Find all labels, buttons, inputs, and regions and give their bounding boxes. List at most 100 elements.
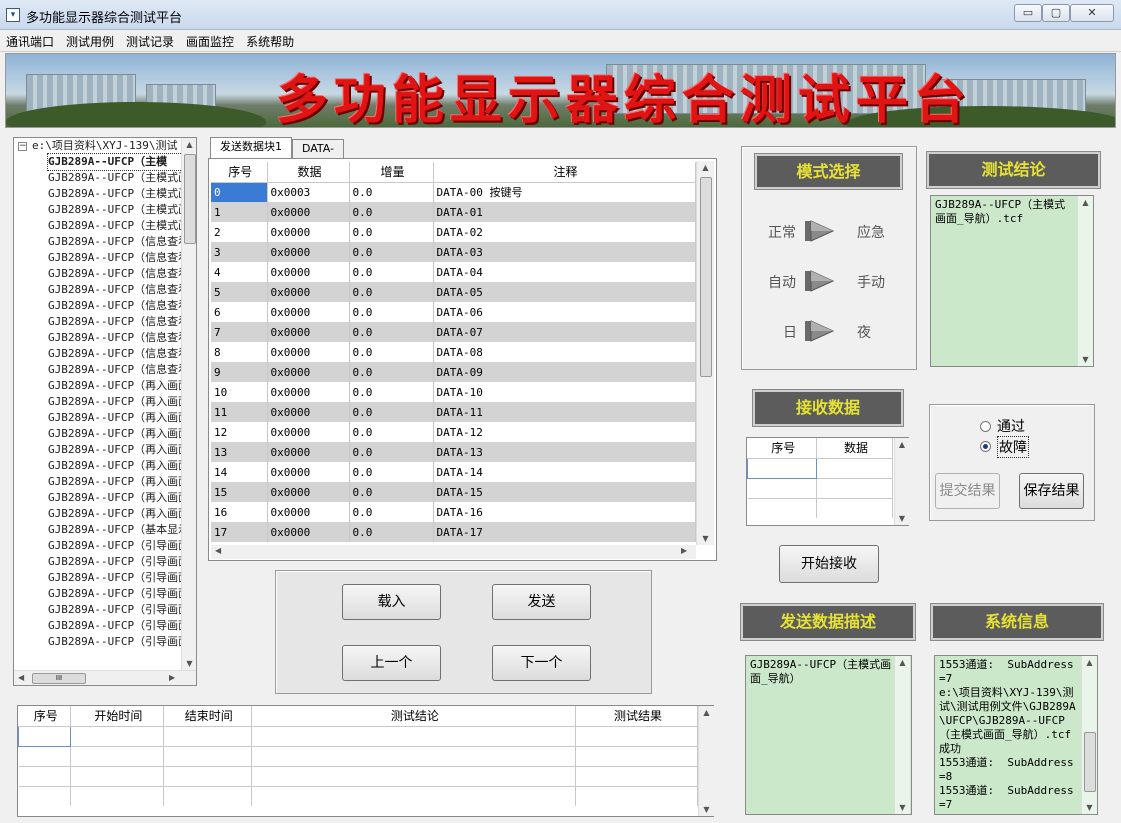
tree-item[interactable]: GJB289A--UFCP（引导画面 [48, 634, 182, 650]
table-cell[interactable]: DATA-08 [433, 342, 696, 362]
tree-hscroll[interactable]: ◀ III ▶ [14, 670, 196, 685]
tree-item[interactable]: GJB289A--UFCP（主模式画 [48, 218, 182, 234]
table-row[interactable] [18, 766, 698, 786]
scroll-left-icon[interactable]: ◀ [18, 673, 24, 682]
table-cell[interactable] [18, 786, 71, 806]
table-cell[interactable] [251, 766, 577, 786]
minimize-button[interactable]: ▭ [1014, 4, 1042, 22]
scroll-up-icon[interactable]: ▲ [699, 708, 714, 717]
table-cell[interactable]: 13 [211, 442, 268, 462]
scroll-thumb[interactable] [1084, 732, 1096, 792]
app-icon[interactable]: ▾ [6, 8, 20, 22]
table-cell[interactable] [163, 726, 252, 746]
tree-item[interactable]: GJB289A--UFCP（主模式画 [48, 186, 182, 202]
table-cell[interactable]: 0.0 [349, 462, 434, 482]
table-cell[interactable] [251, 746, 577, 766]
scroll-up-icon[interactable]: ▲ [895, 658, 910, 667]
table-cell[interactable]: 0.0 [349, 182, 434, 202]
submit-result-button[interactable]: 提交结果 [935, 473, 1000, 509]
table-cell[interactable]: 0x0000 [267, 302, 350, 322]
grid-hscroll[interactable]: ◀ ▶ [211, 545, 696, 559]
table-cell[interactable]: 0 [211, 182, 268, 202]
grid-vscroll[interactable]: ▲ ▼ [696, 161, 714, 545]
conclusion-text[interactable]: GJB289A--UFCP（主模式画面_导航）.tcf [930, 195, 1094, 367]
table-cell[interactable]: 0x0000 [267, 382, 350, 402]
table-cell[interactable] [163, 746, 252, 766]
start-receive-button[interactable]: 开始接收 [779, 545, 879, 583]
table-cell[interactable] [747, 478, 817, 498]
table-cell[interactable]: 0x0000 [267, 202, 350, 222]
table-cell[interactable] [747, 498, 817, 518]
fault-label[interactable]: 故障 [997, 436, 1029, 458]
menu-test-record[interactable]: 测试记录 [120, 30, 180, 50]
scroll-down-icon[interactable]: ▼ [182, 659, 196, 668]
table-row[interactable]: 5 0x0000 0.0 DATA-05 [211, 282, 696, 302]
table-cell[interactable]: 0x0003 [267, 182, 350, 202]
table-cell[interactable]: 0.0 [349, 242, 434, 262]
table-cell[interactable] [70, 726, 164, 746]
conclusion-vscroll[interactable]: ▲ ▼ [1077, 196, 1093, 366]
table-cell[interactable]: 0x0000 [267, 482, 350, 502]
table-row[interactable] [18, 746, 698, 766]
tree-item[interactable]: GJB289A--UFCP（主模式画 [48, 170, 182, 186]
table-cell[interactable]: 0x0000 [267, 502, 350, 522]
table-cell[interactable]: 0.0 [349, 422, 434, 442]
scroll-thumb[interactable] [184, 154, 196, 244]
tree-item[interactable]: GJB289A--UFCP（再入画面 [48, 426, 182, 442]
toggle-switch-icon[interactable] [803, 219, 835, 243]
table-cell[interactable]: 15 [211, 482, 268, 502]
table-cell[interactable]: DATA-04 [433, 262, 696, 282]
scroll-up-icon[interactable]: ▲ [1082, 658, 1097, 667]
table-cell[interactable]: DATA-10 [433, 382, 696, 402]
sysinfo-vscroll[interactable]: ▲ ▼ [1081, 656, 1097, 814]
table-cell[interactable] [18, 725, 71, 747]
tree-item[interactable]: GJB289A--UFCP（信息查看 [48, 330, 182, 346]
table-cell[interactable]: 0.0 [349, 262, 434, 282]
hscroll-thumb[interactable]: III [32, 673, 86, 684]
scroll-up-icon[interactable]: ▲ [895, 440, 909, 449]
table-row[interactable]: 11 0x0000 0.0 DATA-11 [211, 402, 696, 422]
table-row[interactable]: 12 0x0000 0.0 DATA-12 [211, 422, 696, 442]
tree-item[interactable]: GJB289A--UFCP（再入画面 [48, 474, 182, 490]
table-cell[interactable]: DATA-11 [433, 402, 696, 422]
tree-item[interactable]: GJB289A--UFCP（再入画面 [48, 506, 182, 522]
scroll-right-icon[interactable]: ▶ [169, 673, 175, 682]
table-cell[interactable]: DATA-16 [433, 502, 696, 522]
tree-item[interactable]: GJB289A--UFCP（引导画面 [48, 586, 182, 602]
test-case-tree[interactable]: − e:\项目资料\XYJ-139\测试 GJB289A--UFCP（主模 GJB… [13, 137, 197, 686]
table-cell[interactable]: DATA-03 [433, 242, 696, 262]
table-cell[interactable]: DATA-01 [433, 202, 696, 222]
tree-item[interactable]: GJB289A--UFCP（信息查看 [48, 298, 182, 314]
table-cell[interactable]: 0x0000 [267, 422, 350, 442]
table-row[interactable]: 6 0x0000 0.0 DATA-06 [211, 302, 696, 322]
table-cell[interactable]: DATA-12 [433, 422, 696, 442]
table-cell[interactable]: 4 [211, 262, 268, 282]
table-cell[interactable]: 0x0000 [267, 322, 350, 342]
tree-item[interactable]: GJB289A--UFCP（引导画面 [48, 570, 182, 586]
table-cell[interactable]: 0.0 [349, 442, 434, 462]
table-cell[interactable]: 9 [211, 362, 268, 382]
tree-item[interactable]: GJB289A--UFCP（引导画面 [48, 602, 182, 618]
table-cell[interactable]: 0.0 [349, 402, 434, 422]
table-cell[interactable] [70, 746, 164, 766]
table-cell[interactable]: 0x0000 [267, 462, 350, 482]
tree-vscroll[interactable]: ▲ ▼ [181, 138, 196, 670]
table-cell[interactable]: 0x0000 [267, 402, 350, 422]
table-cell[interactable]: 12 [211, 422, 268, 442]
table-cell[interactable]: 3 [211, 242, 268, 262]
pass-label[interactable]: 通过 [997, 416, 1025, 436]
table-cell[interactable] [575, 746, 698, 766]
tree-item[interactable]: GJB289A--UFCP（引导画面 [48, 554, 182, 570]
sysinfo-text[interactable]: 1553通道: SubAddress=7 e:\项目资料\XYJ-139\测试\… [934, 655, 1098, 815]
table-row[interactable] [747, 498, 893, 518]
table-cell[interactable]: 10 [211, 382, 268, 402]
table-row[interactable] [747, 457, 893, 479]
table-cell[interactable] [18, 766, 71, 786]
table-cell[interactable]: 0.0 [349, 302, 434, 322]
tree-item[interactable]: GJB289A--UFCP（信息查看 [48, 250, 182, 266]
table-row[interactable]: 3 0x0000 0.0 DATA-03 [211, 242, 696, 262]
scroll-down-icon[interactable]: ▼ [699, 805, 714, 814]
scroll-up-icon[interactable]: ▲ [182, 140, 196, 149]
tab-send-block-1[interactable]: 发送数据块1 [210, 137, 292, 158]
table-cell[interactable] [163, 766, 252, 786]
